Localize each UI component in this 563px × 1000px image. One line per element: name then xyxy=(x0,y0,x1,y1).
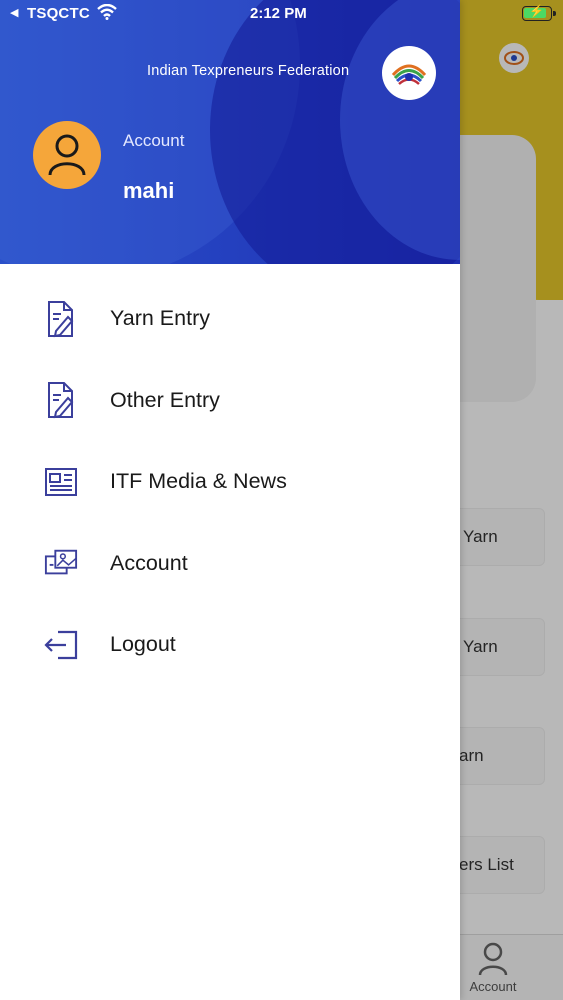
drawer-header: Indian Texpreneurs Federation Account ma… xyxy=(0,0,460,264)
menu-item-label: Account xyxy=(110,550,188,575)
menu-item-yarn-entry[interactable]: Yarn Entry xyxy=(0,278,460,360)
user-icon xyxy=(48,134,86,176)
drawer-menu: Yarn Entry Other Entry ITF Media & News … xyxy=(0,278,460,686)
user-name: mahi xyxy=(123,178,175,203)
menu-item-itf-media-news[interactable]: ITF Media & News xyxy=(0,441,460,523)
avatar[interactable] xyxy=(33,121,101,189)
back-to-app-icon[interactable]: ◀ xyxy=(10,6,18,19)
menu-item-label: Yarn Entry xyxy=(110,306,210,331)
menu-item-label: ITF Media & News xyxy=(110,469,287,494)
document-edit-icon xyxy=(44,300,78,338)
carrier-name: TSQCTC xyxy=(27,5,90,22)
organization-name: Indian Texpreneurs Federation xyxy=(147,63,350,79)
logout-icon xyxy=(44,626,78,664)
account-label: Account xyxy=(123,131,185,150)
battery-charging-icon: ⚡ xyxy=(522,4,556,21)
newspaper-icon xyxy=(44,463,78,501)
menu-item-logout[interactable]: Logout xyxy=(0,604,460,686)
wifi-icon xyxy=(97,3,117,24)
document-edit-icon xyxy=(44,381,78,419)
navigation-drawer: Indian Texpreneurs Federation Account ma… xyxy=(0,0,460,1000)
menu-item-label: Other Entry xyxy=(110,387,220,412)
menu-item-other-entry[interactable]: Other Entry xyxy=(0,360,460,442)
menu-item-account[interactable]: Account xyxy=(0,523,460,605)
menu-item-label: Logout xyxy=(110,632,176,657)
status-time: 2:12 PM xyxy=(250,5,307,22)
status-bar: ◀ TSQCTC 2:12 PM ⚡ xyxy=(0,0,563,30)
account-card-icon xyxy=(44,544,78,582)
itf-logo-icon xyxy=(382,46,436,100)
